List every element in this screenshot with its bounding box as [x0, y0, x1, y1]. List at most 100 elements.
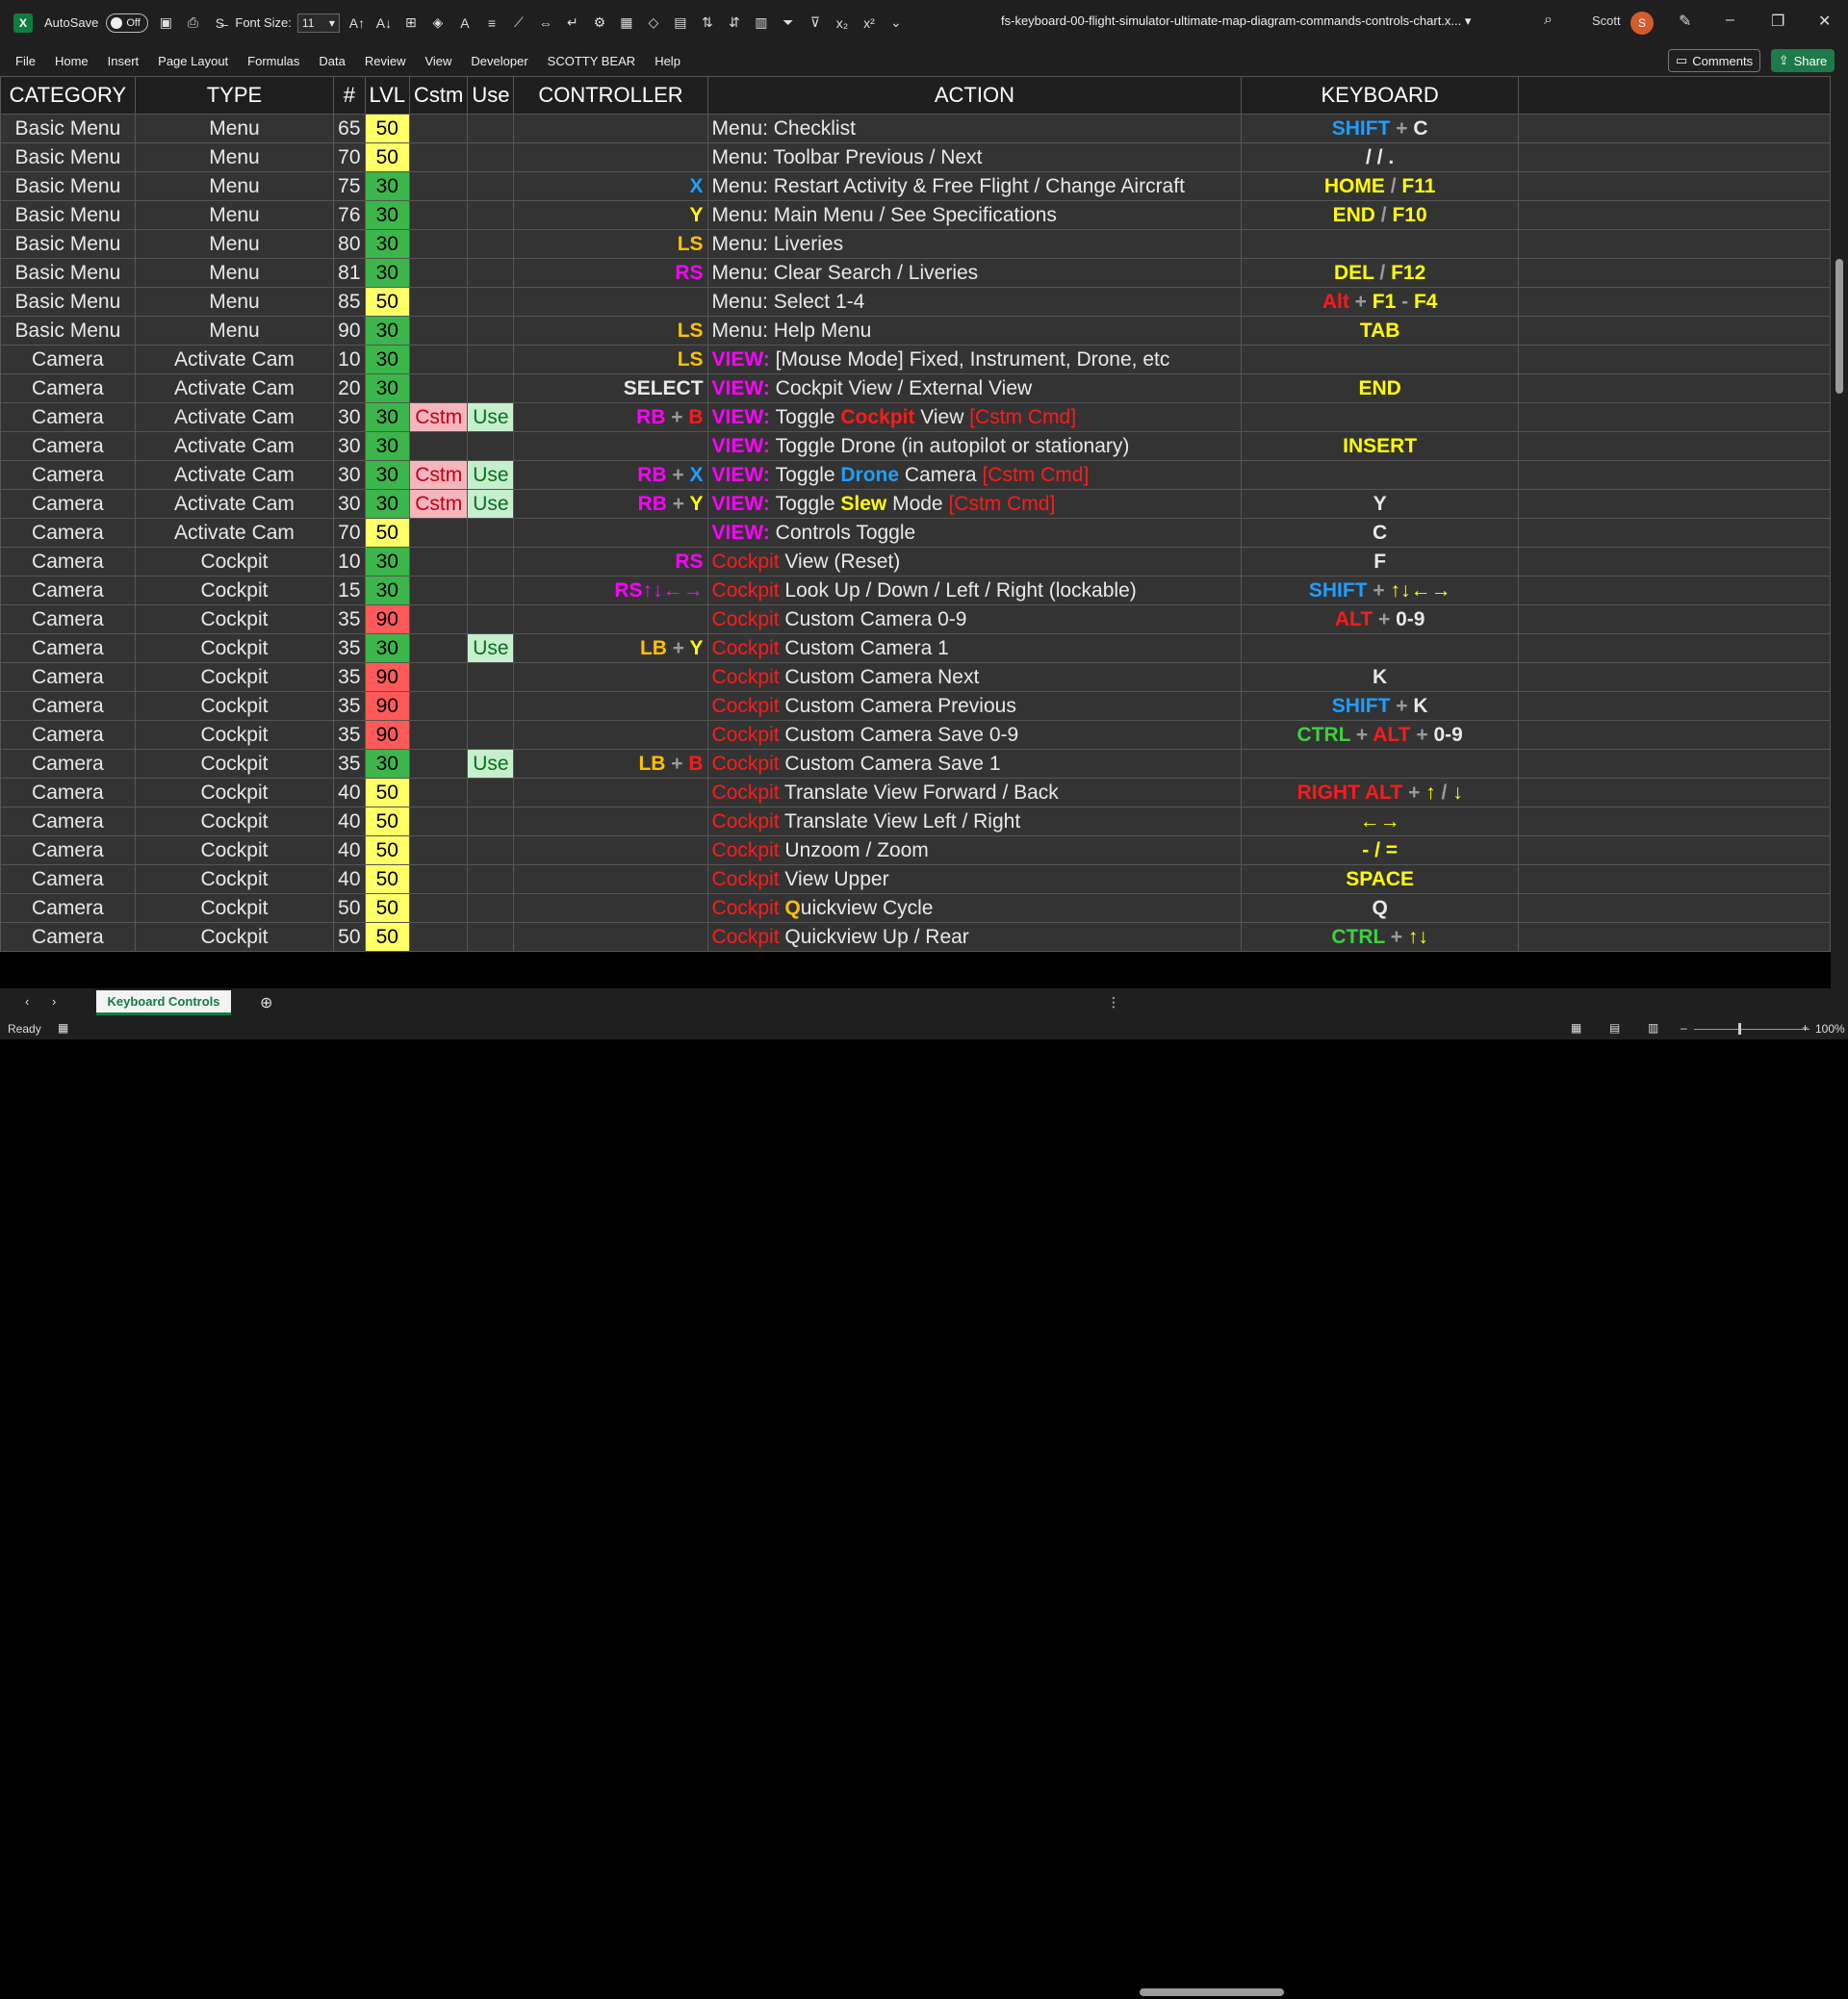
cell-action[interactable]: VIEW: Cockpit View / External View [706, 373, 1243, 403]
cell-num[interactable]: 40 [333, 864, 366, 894]
cell-keyboard[interactable]: SPACE [1241, 864, 1519, 894]
cell-type[interactable]: Activate Cam [134, 489, 335, 519]
cell-num[interactable]: 85 [333, 287, 366, 317]
cell-keyboard[interactable]: ←→ [1241, 807, 1519, 836]
cell-action[interactable]: VIEW: Toggle Drone (in autopilot or stat… [706, 431, 1243, 461]
cell-cstm[interactable] [409, 749, 469, 779]
cell-category[interactable]: Basic Menu [0, 200, 136, 230]
empty-cell[interactable] [1517, 835, 1831, 865]
cell-use[interactable]: Use [467, 489, 515, 519]
customize-toolbar-icon[interactable]: ⌄ [886, 13, 906, 33]
page-break-icon[interactable]: ▥ [1648, 1021, 1658, 1035]
fill-color-icon[interactable]: ◈ [428, 13, 448, 33]
cell-controller[interactable] [513, 893, 708, 923]
cell-use[interactable] [467, 835, 515, 865]
cell-lvl[interactable]: 30 [364, 576, 411, 605]
cell-type[interactable]: Cockpit [134, 633, 335, 663]
comments-button[interactable]: ▭ Comments [1668, 49, 1760, 72]
cell-category[interactable]: Camera [0, 807, 136, 836]
header-type[interactable]: TYPE [134, 76, 335, 115]
zoom-out-icon[interactable]: – [1681, 1021, 1687, 1035]
zoom-slider[interactable] [1694, 1029, 1810, 1030]
cell-use[interactable] [467, 229, 515, 259]
cell-use[interactable] [467, 518, 515, 548]
cell-num[interactable]: 50 [333, 893, 366, 923]
cell-type[interactable]: Cockpit [134, 749, 335, 779]
cell-keyboard[interactable]: Alt + F1 - F4 [1241, 287, 1519, 317]
cell-action[interactable]: Cockpit Translate View Forward / Back [706, 778, 1243, 807]
cell-action[interactable]: Menu: Checklist [706, 114, 1243, 143]
cell-category[interactable]: Camera [0, 604, 136, 634]
cell-num[interactable]: 30 [333, 431, 366, 461]
cell-cstm[interactable] [409, 778, 469, 807]
cell-use[interactable] [467, 373, 515, 403]
clear-icon[interactable]: ◇ [644, 13, 663, 33]
empty-cell[interactable] [1517, 287, 1831, 317]
cell-keyboard[interactable] [1241, 402, 1519, 432]
cell-cstm[interactable] [409, 200, 469, 230]
cell-cstm[interactable] [409, 142, 469, 172]
cell-action[interactable]: Cockpit Custom Camera Previous [706, 691, 1243, 721]
cell-cstm[interactable] [409, 922, 469, 952]
restore-icon[interactable]: ❐ [1771, 12, 1784, 31]
cell-keyboard[interactable]: F [1241, 547, 1519, 577]
cell-keyboard[interactable] [1241, 460, 1519, 490]
cell-category[interactable]: Camera [0, 922, 136, 952]
empty-cell[interactable] [1517, 373, 1831, 403]
cell-cstm[interactable] [409, 518, 469, 548]
cell-category[interactable]: Basic Menu [0, 316, 136, 346]
cell-controller[interactable]: LS [513, 345, 708, 374]
cell-use[interactable] [467, 720, 515, 750]
cell-category[interactable]: Basic Menu [0, 114, 136, 143]
cell-use[interactable]: Use [467, 460, 515, 490]
empty-cell[interactable] [1517, 229, 1831, 259]
empty-cell[interactable] [1517, 893, 1831, 923]
cell-cstm[interactable] [409, 807, 469, 836]
cell-category[interactable]: Camera [0, 662, 136, 692]
cell-lvl[interactable]: 30 [364, 460, 411, 490]
cell-category[interactable]: Basic Menu [0, 142, 136, 172]
cell-controller[interactable]: RS [513, 258, 708, 288]
cell-action[interactable]: Menu: Toolbar Previous / Next [706, 142, 1243, 172]
cell-keyboard[interactable]: SHIFT + ↑↓←→ [1241, 576, 1519, 605]
cell-controller[interactable]: RB + B [513, 402, 708, 432]
cell-action[interactable]: Cockpit Custom Camera 0-9 [706, 604, 1243, 634]
menu-item-developer[interactable]: Developer [471, 54, 527, 68]
cell-action[interactable]: Cockpit View (Reset) [706, 547, 1243, 577]
cell-num[interactable]: 50 [333, 922, 366, 952]
zoom-level[interactable]: 100% [1815, 1022, 1845, 1036]
cell-cstm[interactable] [409, 345, 469, 374]
sort-asc-icon[interactable]: ⇅ [698, 13, 717, 33]
cell-controller[interactable]: Y [513, 200, 708, 230]
cell-lvl[interactable]: 30 [364, 547, 411, 577]
cell-lvl[interactable]: 50 [364, 142, 411, 172]
cell-category[interactable]: Camera [0, 373, 136, 403]
cell-num[interactable]: 40 [333, 778, 366, 807]
cell-use[interactable]: Use [467, 402, 515, 432]
empty-cell[interactable] [1517, 460, 1831, 490]
cell-action[interactable]: Menu: Clear Search / Liveries [706, 258, 1243, 288]
header-action[interactable]: ACTION [706, 76, 1243, 115]
cell-keyboard[interactable]: - / = [1241, 835, 1519, 865]
save-icon[interactable]: ▣ [156, 13, 175, 33]
menu-item-data[interactable]: Data [319, 54, 345, 68]
cell-keyboard[interactable]: HOME / F11 [1241, 171, 1519, 201]
empty-cell[interactable] [1517, 864, 1831, 894]
empty-cell[interactable] [1517, 345, 1831, 374]
cell-cstm[interactable] [409, 229, 469, 259]
cell-lvl[interactable]: 30 [364, 489, 411, 519]
header-controller[interactable]: CONTROLLER [513, 76, 708, 115]
cell-category[interactable]: Camera [0, 402, 136, 432]
empty-cell[interactable] [1517, 431, 1831, 461]
cell-use[interactable] [467, 691, 515, 721]
menu-item-page-layout[interactable]: Page Layout [158, 54, 228, 68]
cell-num[interactable]: 70 [333, 518, 366, 548]
cell-action[interactable]: Cockpit Custom Camera Save 0-9 [706, 720, 1243, 750]
cell-controller[interactable]: RS↑↓←→ [513, 576, 708, 605]
cell-cstm[interactable] [409, 633, 469, 663]
cell-controller[interactable]: RS [513, 547, 708, 577]
cell-num[interactable]: 15 [333, 576, 366, 605]
cell-cstm[interactable] [409, 864, 469, 894]
cell-action[interactable]: Menu: Select 1-4 [706, 287, 1243, 317]
cell-controller[interactable]: LB + B [513, 749, 708, 779]
